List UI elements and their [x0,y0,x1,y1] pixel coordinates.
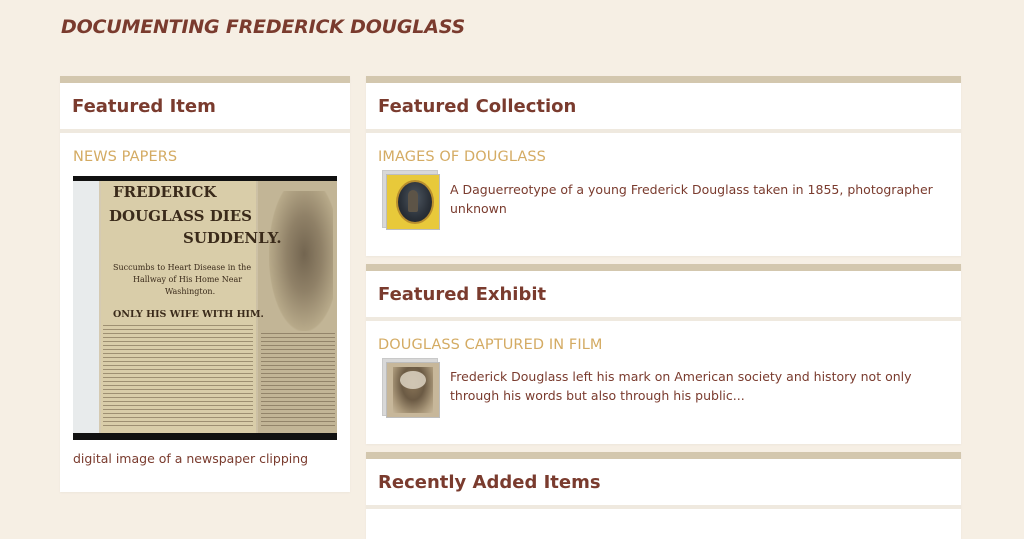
featured-collection-description: A Daguerreotype of a young Frederick Dou… [450,182,933,216]
recently-added-panel: Recently Added Items [366,452,961,539]
douglass-portrait-thumbnail[interactable] [382,358,440,418]
featured-exhibit-panel: Featured Exhibit DOUGLASS CAPTURED IN FI… [366,264,961,444]
featured-collection-panel: Featured Collection IMAGES OF DOUGLASS A… [366,76,961,256]
featured-exhibit-description: Frederick Douglass left his mark on Amer… [450,369,912,403]
featured-exhibit-title-link[interactable]: DOUGLASS CAPTURED IN FILM [378,337,602,353]
featured-collection-title-link[interactable]: IMAGES OF DOUGLASS [378,149,546,165]
site-title[interactable]: DOCUMENTING FREDERICK DOUGLASS [61,16,465,38]
featured-exhibit-heading: Featured Exhibit [366,271,961,321]
featured-item-heading: Featured Item [60,83,350,133]
clipping-headline-4: ONLY HIS WIFE WITH HIM. [113,309,264,320]
daguerreotype-thumbnail[interactable] [382,170,440,230]
clipping-subhead-3: Washington. [165,287,216,296]
clipping-headline-3: SUDDENLY. [183,229,282,247]
clipping-headline-1: FREDERICK [113,183,217,201]
newspaper-clipping-image[interactable]: FREDERICK DOUGLASS DIES SUDDENLY. Succum… [73,176,337,440]
featured-item-panel: Featured Item NEWS PAPERS FREDERICK DOUG… [60,76,350,492]
clipping-subhead-2: Hallway of His Home Near [133,275,243,284]
featured-item-caption: digital image of a newspaper clipping [73,451,309,466]
recently-added-heading: Recently Added Items [366,459,961,509]
clipping-headline-2: DOUGLASS DIES [109,207,252,225]
clipping-subhead-1: Succumbs to Heart Disease in the [113,263,252,272]
featured-item-title-link[interactable]: NEWS PAPERS [73,149,177,165]
featured-collection-heading: Featured Collection [366,83,961,133]
